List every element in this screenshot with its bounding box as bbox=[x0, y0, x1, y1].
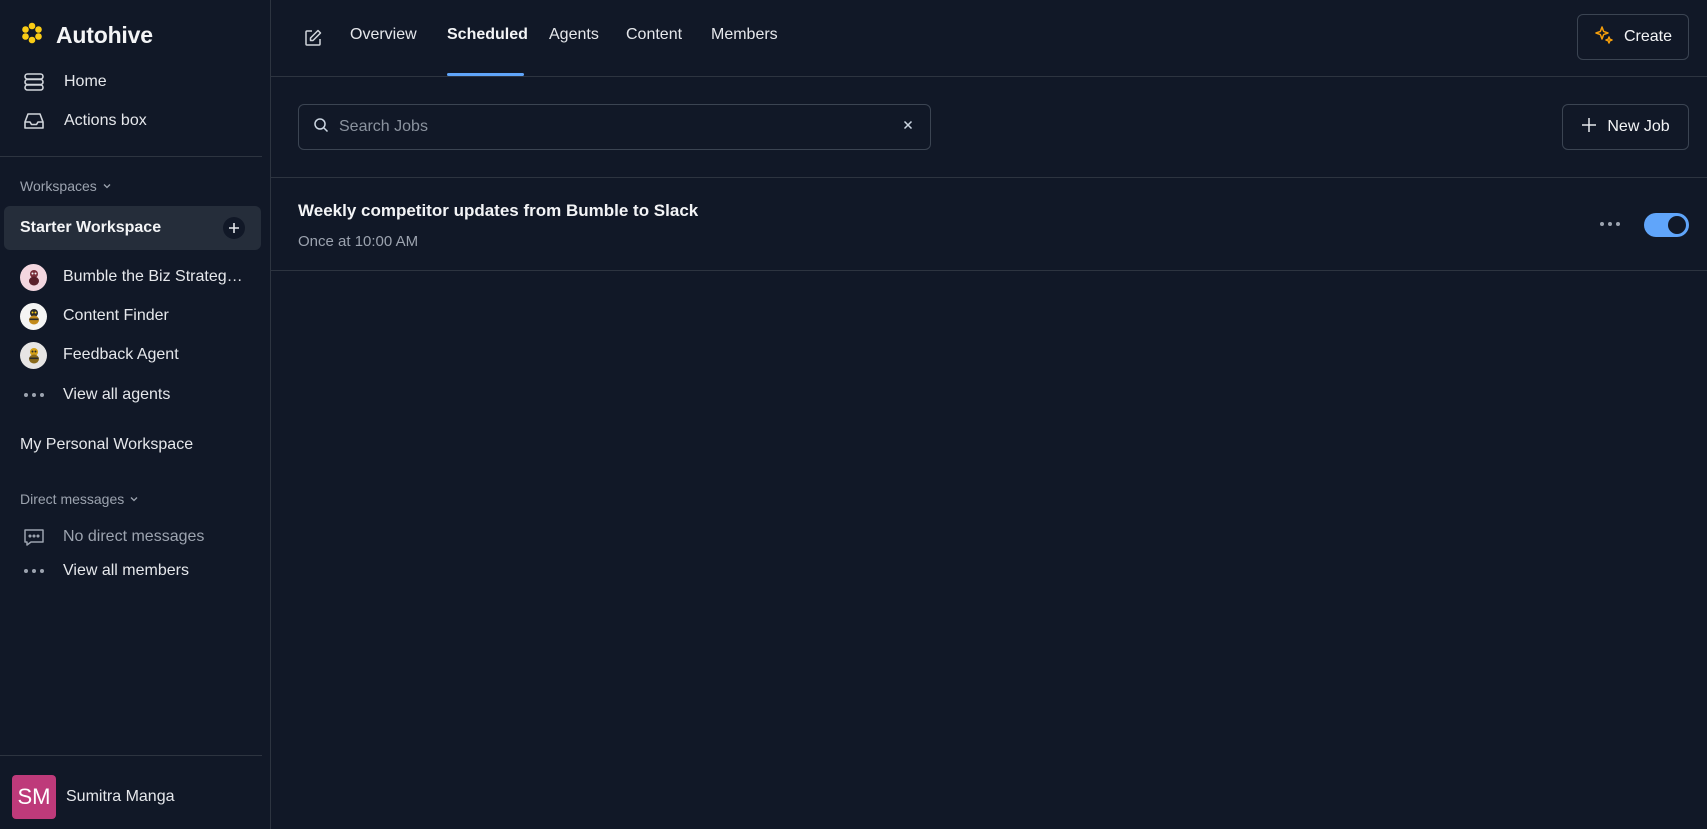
plus-icon bbox=[1581, 117, 1597, 138]
tab-members[interactable]: Members bbox=[711, 26, 778, 44]
user-profile[interactable]: SM Sumitra Manga bbox=[12, 775, 175, 819]
workspace-starter-label: Starter Workspace bbox=[20, 219, 162, 236]
layers-icon bbox=[20, 68, 48, 96]
toggle-knob bbox=[1668, 216, 1686, 234]
nav-actions-box[interactable]: Actions box bbox=[20, 106, 147, 136]
job-title[interactable]: Weekly competitor updates from Bumble to… bbox=[298, 201, 698, 221]
more-dots-icon bbox=[20, 393, 47, 397]
job-enabled-toggle[interactable] bbox=[1644, 213, 1689, 237]
nav-home-label: Home bbox=[64, 73, 107, 90]
agent-item[interactable]: Feedback Agent bbox=[20, 340, 179, 370]
nav-home[interactable]: Home bbox=[20, 67, 107, 97]
view-all-members-link[interactable]: View all members bbox=[20, 556, 189, 586]
brand[interactable]: Autohive bbox=[20, 20, 153, 50]
tab-agents[interactable]: Agents bbox=[549, 26, 599, 44]
search-icon bbox=[313, 117, 329, 138]
agent-item[interactable]: Bumble the Biz Strateg… bbox=[20, 262, 243, 292]
active-tab-indicator bbox=[447, 73, 524, 76]
avatar: SM bbox=[12, 775, 56, 819]
chat-bubble-icon bbox=[20, 524, 47, 551]
bee-avatar-icon bbox=[20, 302, 47, 330]
sparkle-icon bbox=[1594, 25, 1614, 50]
inbox-icon bbox=[20, 107, 48, 135]
workspaces-label: Workspaces bbox=[20, 178, 97, 194]
list-divider bbox=[271, 270, 1707, 271]
workspaces-toggle[interactable]: Workspaces bbox=[20, 178, 112, 194]
no-direct-messages: No direct messages bbox=[20, 522, 204, 552]
user-name: Sumitra Manga bbox=[66, 788, 175, 805]
new-job-button-label: New Job bbox=[1607, 118, 1670, 135]
search-input[interactable] bbox=[339, 118, 890, 136]
direct-messages-label: Direct messages bbox=[20, 491, 125, 507]
plus-icon bbox=[229, 223, 239, 233]
bee-avatar-icon bbox=[20, 263, 47, 291]
create-button[interactable]: Create bbox=[1577, 14, 1689, 60]
job-schedule: Once at 10:00 AM bbox=[298, 233, 419, 250]
sidebar: Autohive Home Actions box Workspaces Sta… bbox=[0, 0, 271, 829]
tab-overview[interactable]: Overview bbox=[350, 26, 417, 44]
sidebar-footer-divider bbox=[0, 755, 262, 756]
agent-item-label: Content Finder bbox=[63, 307, 169, 324]
add-to-workspace-button[interactable] bbox=[223, 217, 245, 239]
bee-avatar-icon bbox=[20, 341, 47, 369]
clear-search-icon[interactable] bbox=[900, 118, 916, 136]
workspace-starter[interactable]: Starter Workspace bbox=[4, 206, 261, 250]
no-direct-messages-label: No direct messages bbox=[63, 528, 205, 545]
agent-item-label: Bumble the Biz Strateg… bbox=[63, 268, 243, 285]
chevron-down-icon bbox=[129, 491, 139, 507]
job-more-button[interactable] bbox=[1600, 222, 1620, 226]
tab-content[interactable]: Content bbox=[626, 26, 682, 44]
sidebar-divider bbox=[0, 156, 262, 157]
view-all-members-label: View all members bbox=[63, 562, 189, 579]
edit-icon[interactable] bbox=[303, 28, 323, 48]
workspace-personal[interactable]: My Personal Workspace bbox=[20, 436, 193, 454]
more-dots-icon bbox=[20, 569, 47, 573]
agent-item[interactable]: Content Finder bbox=[20, 301, 169, 331]
tab-scheduled[interactable]: Scheduled bbox=[447, 26, 528, 44]
view-all-agents-label: View all agents bbox=[63, 386, 171, 403]
brand-name: Autohive bbox=[56, 21, 153, 48]
list-divider bbox=[271, 177, 1707, 178]
new-job-button[interactable]: New Job bbox=[1562, 104, 1689, 150]
view-all-agents-link[interactable]: View all agents bbox=[20, 380, 170, 410]
search-bar bbox=[298, 104, 931, 150]
direct-messages-toggle[interactable]: Direct messages bbox=[20, 491, 139, 507]
chevron-down-icon bbox=[102, 178, 112, 194]
autohive-logo-icon bbox=[20, 21, 44, 50]
agent-item-label: Feedback Agent bbox=[63, 346, 179, 363]
nav-actions-box-label: Actions box bbox=[64, 112, 147, 129]
create-button-label: Create bbox=[1623, 28, 1673, 45]
